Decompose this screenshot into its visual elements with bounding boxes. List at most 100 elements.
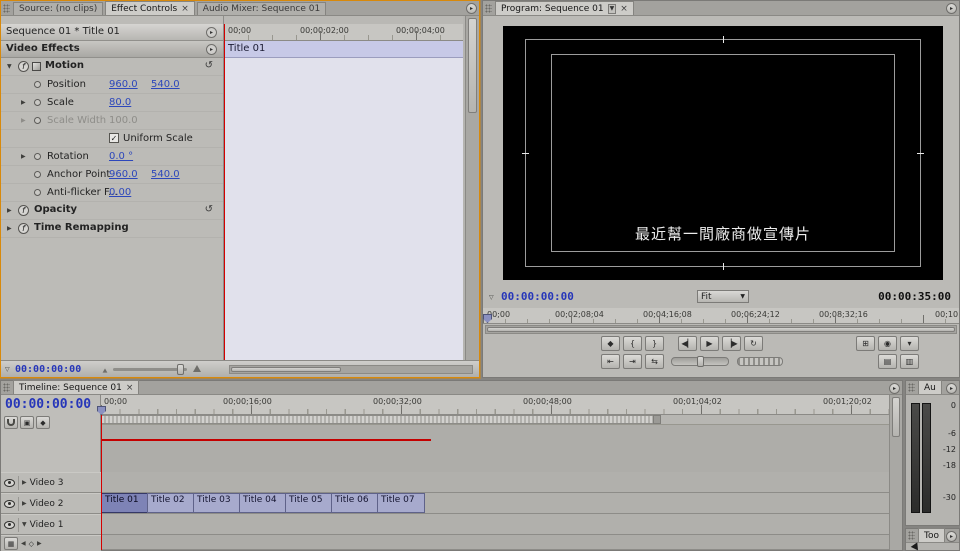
tab-program[interactable]: Program: Sequence 01 ▼ × xyxy=(495,1,634,15)
close-icon[interactable]: × xyxy=(126,384,134,392)
step-forward-button[interactable]: ▕▶ xyxy=(722,336,741,351)
close-icon[interactable]: × xyxy=(620,5,628,13)
go-to-previous-edit-button[interactable]: ⇤ xyxy=(601,354,620,369)
keyframe-add-icon[interactable]: ◇ xyxy=(29,540,34,548)
expand-icon[interactable]: ▶ xyxy=(21,99,26,106)
panel-menu-icon[interactable]: ▸ xyxy=(946,531,957,542)
horizontal-scrollbar[interactable] xyxy=(229,365,473,374)
panel-grip[interactable] xyxy=(485,4,492,13)
effect-controls-timeline[interactable]: 00;00 00;00;02;00 00;00;04;00 Title 01 xyxy=(223,16,463,360)
jog-wheel[interactable] xyxy=(737,357,783,366)
work-area-bar[interactable] xyxy=(101,415,661,424)
timeline-clip[interactable]: Title 07 xyxy=(377,493,425,513)
effect-timeline-ruler[interactable]: 00;00 00;00;02;00 00;00;04;00 xyxy=(224,24,463,41)
set-display-style-button[interactable]: ▦ xyxy=(4,537,18,550)
track-header-video2[interactable]: ▶ Video 2 xyxy=(1,493,101,514)
timeline-ruler[interactable]: 00;00 00;00;16;00 00;00;32;00 00;00;48;0… xyxy=(101,395,889,415)
expand-icon[interactable]: ▶ xyxy=(21,153,26,160)
tab-timeline[interactable]: Timeline: Sequence 01 × xyxy=(13,380,139,394)
play-around-button[interactable]: ⇆ xyxy=(645,354,664,369)
timeline-track-area[interactable]: 00;00 00;00;16;00 00;00;32;00 00;00;48;0… xyxy=(101,395,889,550)
panel-menu-icon[interactable]: ▸ xyxy=(466,3,477,14)
timeline-playhead-line[interactable] xyxy=(101,415,102,550)
timeline-clip[interactable]: Title 05 xyxy=(285,493,333,513)
set-encore-chapter-marker-button[interactable]: ▣ xyxy=(20,416,34,429)
zoom-slider-thumb[interactable] xyxy=(177,364,184,375)
scrollbar-thumb[interactable] xyxy=(892,397,900,437)
playhead-line[interactable] xyxy=(224,24,225,360)
selection-tool-icon[interactable] xyxy=(911,542,922,551)
tab-tools[interactable]: Too xyxy=(918,528,945,542)
timeline-current-timecode[interactable]: 00:00:00:00 xyxy=(5,397,91,412)
play-button[interactable]: ▶ xyxy=(700,336,719,351)
reset-icon[interactable]: ↺ xyxy=(205,204,213,215)
track-video1-keyframe-row[interactable] xyxy=(101,535,889,550)
expand-icon[interactable]: ▼ xyxy=(7,63,12,70)
anchor-y-value[interactable]: 540.0 xyxy=(151,169,180,180)
output-settings-button[interactable]: ▾ xyxy=(900,336,919,351)
uniform-scale-checkbox[interactable]: ✓ xyxy=(109,133,119,143)
vertical-scrollbar[interactable] xyxy=(465,16,479,360)
set-marker-button[interactable]: ◆ xyxy=(601,336,620,351)
dropdown-icon[interactable]: ▼ xyxy=(608,4,617,14)
reset-icon[interactable]: ↺ xyxy=(205,60,213,71)
extract-button[interactable]: ▥ xyxy=(900,354,919,369)
program-current-timecode[interactable]: 00:00:00:00 xyxy=(501,290,574,303)
track-header-video3[interactable]: ▶ Video 3 xyxy=(1,472,101,493)
snap-toggle-button[interactable] xyxy=(4,416,18,429)
anti-flicker-value[interactable]: 0.00 xyxy=(109,187,131,198)
panel-grip[interactable] xyxy=(908,383,915,392)
zoom-out-icon[interactable] xyxy=(103,368,108,372)
go-to-out-button[interactable]: } xyxy=(645,336,664,351)
collapse-icon[interactable]: ▽ xyxy=(5,366,10,373)
show-timeline-view-icon[interactable]: ▸ xyxy=(206,27,217,38)
go-to-next-edit-button[interactable]: ⇥ xyxy=(623,354,642,369)
effect-enabled-icon[interactable]: f xyxy=(18,61,29,72)
scrollbar-thumb[interactable] xyxy=(231,367,341,372)
scrollbar-thumb[interactable] xyxy=(468,18,477,113)
scale-value[interactable]: 80.0 xyxy=(109,97,131,108)
effect-row-time-remapping[interactable]: ▶ f Time Remapping xyxy=(1,220,223,238)
expand-icon[interactable]: ▶ xyxy=(7,225,12,232)
effect-row-opacity[interactable]: ▶ f Opacity ↺ xyxy=(1,202,223,220)
expand-icon[interactable]: ▶ xyxy=(22,500,27,507)
go-to-in-button[interactable]: { xyxy=(623,336,642,351)
loop-button[interactable]: ↻ xyxy=(744,336,763,351)
lift-button[interactable]: ▤ xyxy=(878,354,897,369)
toggle-animation-icon[interactable] xyxy=(34,171,41,178)
toggle-animation-icon[interactable] xyxy=(34,99,41,106)
collapse-icon[interactable]: ▽ xyxy=(489,294,494,301)
set-unnumbered-marker-button[interactable]: ◆ xyxy=(36,416,50,429)
effect-enabled-icon[interactable]: f xyxy=(18,223,29,234)
current-timecode[interactable]: 00:00:00:00 xyxy=(15,364,81,375)
tab-source[interactable]: Source: (no clips) xyxy=(13,2,103,15)
effect-enabled-icon[interactable]: f xyxy=(18,205,29,216)
zoom-in-icon[interactable] xyxy=(193,365,201,372)
timeline-clip[interactable]: Title 04 xyxy=(239,493,287,513)
tab-effect-controls[interactable]: Effect Controls× xyxy=(105,1,195,15)
keyframe-prev-icon[interactable]: ◀ xyxy=(21,540,26,547)
panel-menu-icon[interactable]: ▸ xyxy=(946,383,957,394)
zoom-slider[interactable] xyxy=(113,368,187,371)
tab-audio-master[interactable]: Au xyxy=(918,380,942,394)
panel-grip[interactable] xyxy=(3,383,10,392)
panel-grip[interactable] xyxy=(908,531,915,540)
work-area-end-handle[interactable] xyxy=(653,415,661,424)
shuttle-thumb[interactable] xyxy=(697,356,704,367)
effect-row-motion[interactable]: ▼ f Motion ↺ xyxy=(1,58,223,76)
anchor-x-value[interactable]: 960.0 xyxy=(109,169,138,180)
program-scrollbar[interactable] xyxy=(485,325,957,334)
toggle-track-output-icon[interactable] xyxy=(4,479,15,487)
panel-grip[interactable] xyxy=(3,4,10,13)
shuttle-slider[interactable] xyxy=(671,357,729,366)
expand-icon[interactable]: ▼ xyxy=(22,521,27,528)
program-time-ruler[interactable]: 00;00 00;02;08;04 00;04;16;08 00;06;24;1… xyxy=(483,308,959,324)
panel-menu-icon[interactable]: ▸ xyxy=(889,383,900,394)
keyframe-area[interactable] xyxy=(224,58,463,360)
track-video3[interactable] xyxy=(101,472,889,493)
timeline-clip[interactable]: Title 06 xyxy=(331,493,379,513)
timeline-clip[interactable]: Title 01 xyxy=(101,493,149,513)
keyframe-next-icon[interactable]: ▶ xyxy=(37,540,42,547)
toggle-track-output-icon[interactable] xyxy=(4,521,15,529)
timeline-clip[interactable]: Title 02 xyxy=(147,493,195,513)
